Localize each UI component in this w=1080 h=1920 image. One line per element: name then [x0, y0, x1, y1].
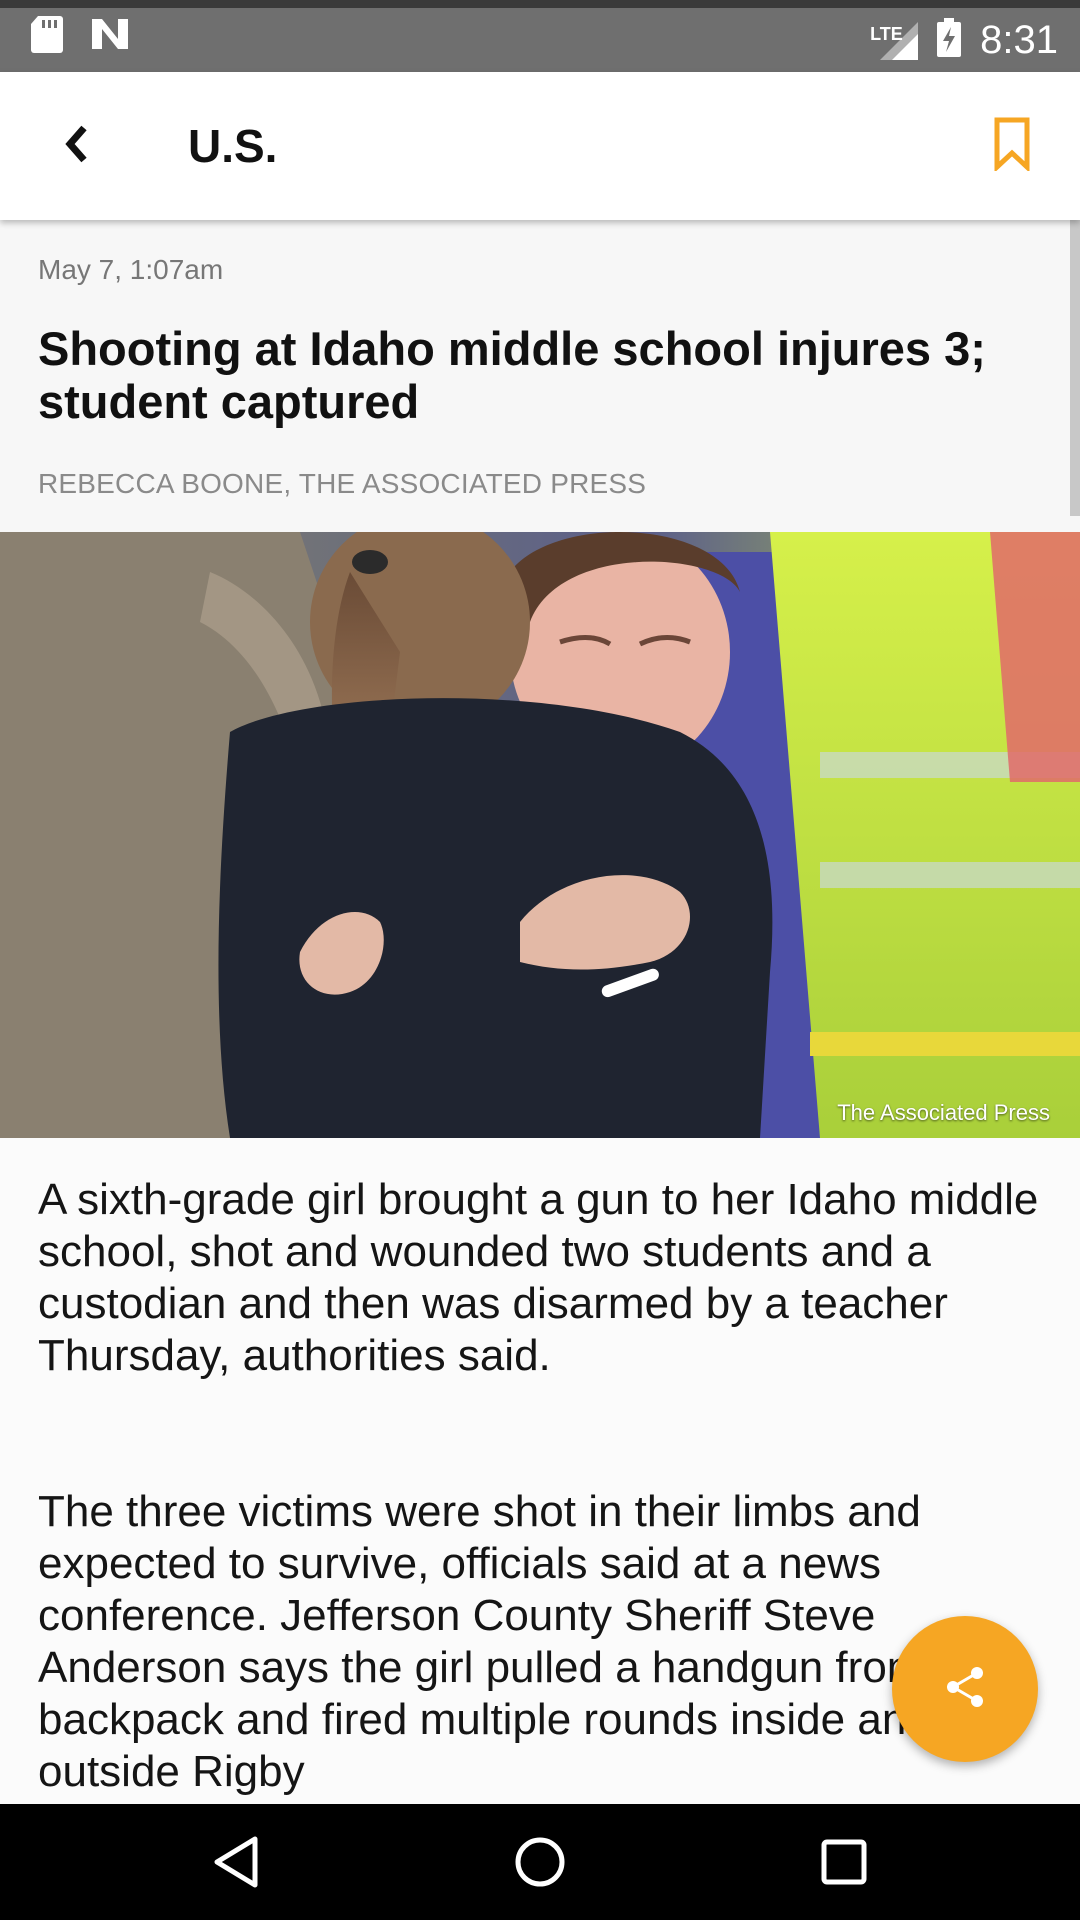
nav-back-button[interactable] [204, 1832, 268, 1896]
status-left-icons [30, 14, 130, 59]
chevron-left-icon [62, 124, 90, 169]
n-notification-icon [90, 17, 130, 56]
status-bar: LTE 8:31 [0, 0, 1080, 72]
article-photo[interactable]: The Associated Press [0, 532, 1080, 1138]
scrollbar[interactable] [1070, 220, 1080, 516]
navigation-bar [0, 1804, 1080, 1920]
body-paragraph: A sixth-grade girl brought a gun to her … [38, 1175, 1039, 1380]
page-title: U.S. [188, 120, 278, 172]
nav-home-button[interactable] [508, 1832, 572, 1896]
photo-credit: The Associated Press [837, 1100, 1050, 1125]
share-icon [943, 1665, 987, 1714]
article-header: May 7, 1:07am Shooting at Idaho middle s… [0, 220, 1080, 532]
sd-card-icon [30, 14, 64, 59]
bookmark-icon [994, 117, 1030, 176]
photo-illustration [0, 532, 1080, 1138]
back-button[interactable] [48, 116, 104, 176]
battery-charging-icon [936, 17, 962, 63]
app-bar: U.S. [0, 72, 1080, 220]
nav-back-icon [211, 1835, 261, 1894]
article-date: May 7, 1:07am [38, 254, 224, 285]
share-button[interactable] [892, 1616, 1038, 1762]
status-right-icons: LTE 8:31 [870, 8, 1058, 72]
status-time: 8:31 [980, 17, 1058, 62]
bookmark-button[interactable] [988, 116, 1036, 176]
article-byline: REBECCA BOONE, THE ASSOCIATED PRESS [38, 468, 647, 499]
body-paragraph: The three victims were shot in their lim… [38, 1487, 1000, 1796]
nav-recents-icon [820, 1838, 868, 1891]
article-headline: Shooting at Idaho middle school injures … [38, 322, 986, 428]
nav-home-icon [513, 1835, 567, 1894]
nav-recents-button[interactable] [812, 1832, 876, 1896]
lte-signal-icon: LTE [870, 20, 919, 60]
